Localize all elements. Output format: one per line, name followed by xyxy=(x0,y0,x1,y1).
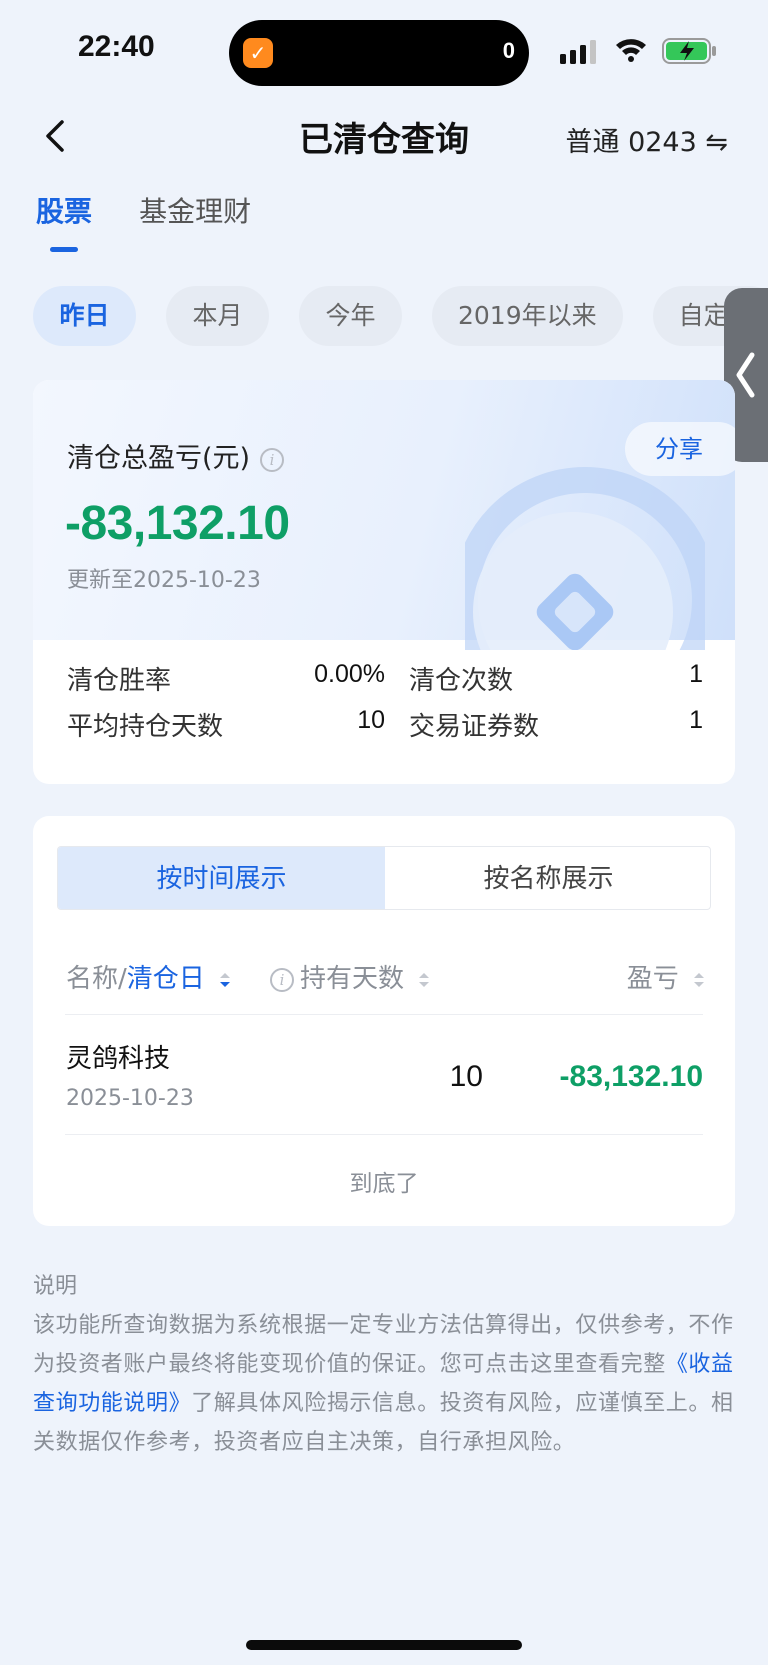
sort-icon xyxy=(694,972,704,987)
dynamic-island[interactable]: ✓ 0 xyxy=(229,20,529,86)
summary-card: 清仓总盈亏(元) i 分享 -83,132.10 更新至2025-10-23 清仓… xyxy=(33,380,735,784)
nav-bar: 已清仓查询 普通 0243 ⇋ xyxy=(0,100,768,172)
period-this-year[interactable]: 今年 xyxy=(299,286,402,346)
period-filter: 昨日 本月 今年 2019年以来 自定义 xyxy=(33,286,768,348)
period-yesterday[interactable]: 昨日 xyxy=(33,286,136,346)
period-this-month[interactable]: 本月 xyxy=(166,286,269,346)
wifi-icon xyxy=(616,39,646,62)
segment-by-name[interactable]: 按名称展示 xyxy=(385,847,710,909)
cleared-list-card: 按时间展示 按名称展示 名称/清仓日 i 持有天数 盈亏 灵鸽科技 2025-10… xyxy=(33,816,735,1226)
status-bar: 22:40 ✓ 0 xyxy=(0,0,768,100)
battery-charging-icon xyxy=(662,38,716,64)
checkmark-app-icon: ✓ xyxy=(243,38,273,68)
display-mode-segmented: 按时间展示 按名称展示 xyxy=(57,846,711,910)
summary-header: 清仓总盈亏(元) i 分享 -83,132.10 更新至2025-10-23 xyxy=(33,380,735,650)
column-holding-days[interactable]: i 持有天数 xyxy=(270,958,430,995)
stat-win-rate-label: 清仓胜率 xyxy=(67,666,172,696)
column-name-date[interactable]: 名称/清仓日 xyxy=(66,958,231,995)
account-switcher[interactable]: 普通 0243 ⇋ xyxy=(565,120,728,159)
total-pl-value: -83,132.10 xyxy=(65,497,290,550)
stat-win-rate-value: 0.00% xyxy=(314,660,385,688)
share-button[interactable]: 分享 xyxy=(625,422,735,476)
tab-stocks[interactable]: 股票 xyxy=(36,190,92,252)
column-pl-label: 盈亏 xyxy=(626,964,679,994)
column-name-prefix: 名称/ xyxy=(66,964,127,994)
total-pl-label-text: 清仓总盈亏(元) xyxy=(67,443,251,474)
total-pl-label: 清仓总盈亏(元) i xyxy=(67,436,285,475)
divider xyxy=(65,1134,703,1135)
notes-title: 说明 xyxy=(33,1274,78,1299)
disclaimer-part-1: 该功能所查询数据为系统根据一定专业方法估算得出，仅供参考，不作为投资者账户最终将… xyxy=(33,1313,734,1377)
account-label: 普通 0243 xyxy=(565,127,697,158)
sort-desc-icon xyxy=(220,972,231,987)
row-pl: -83,132.10 xyxy=(559,1060,703,1093)
home-indicator[interactable] xyxy=(246,1640,522,1650)
stat-clear-count-label: 清仓次数 xyxy=(409,666,514,696)
segment-by-time[interactable]: 按时间展示 xyxy=(58,847,385,909)
stat-avg-days-value: 10 xyxy=(357,706,385,734)
period-since-2019[interactable]: 2019年以来 xyxy=(432,286,623,346)
tab-funds[interactable]: 基金理财 xyxy=(139,190,251,230)
stat-clear-count-value: 1 xyxy=(689,660,703,688)
column-holding-days-label: 持有天数 xyxy=(300,964,405,994)
column-clear-date: 清仓日 xyxy=(126,964,205,994)
end-of-list-text: 到底了 xyxy=(349,1171,419,1197)
info-icon[interactable]: i xyxy=(260,447,285,472)
main-tabs: 股票 基金理财 xyxy=(36,190,293,252)
row-clear-date: 2025-10-23 xyxy=(66,1086,194,1111)
divider xyxy=(65,1014,703,1015)
stat-securities-value: 1 xyxy=(689,706,703,734)
stat-securities-label: 交易证券数 xyxy=(409,712,540,742)
sort-icon xyxy=(419,972,430,987)
holding-days-info-icon[interactable]: i xyxy=(270,967,294,992)
row-holding-days: 10 xyxy=(449,1060,483,1093)
disclaimer-text: 该功能所查询数据为系统根据一定专业方法估算得出，仅供参考，不作为投资者账户最终将… xyxy=(33,1306,737,1462)
cellular-signal-icon xyxy=(560,40,596,64)
chevron-left-icon xyxy=(736,352,755,398)
column-pl[interactable]: 盈亏 xyxy=(627,958,705,995)
island-count: 0 xyxy=(502,38,515,63)
row-stock-name: 灵鸽科技 xyxy=(66,1044,171,1074)
coin-decoration-icon xyxy=(465,467,705,650)
updated-date: 更新至2025-10-23 xyxy=(67,568,261,593)
swap-arrows-icon: ⇋ xyxy=(705,127,728,158)
stat-avg-days-label: 平均持仓天数 xyxy=(67,712,224,742)
status-time: 22:40 xyxy=(78,30,155,63)
